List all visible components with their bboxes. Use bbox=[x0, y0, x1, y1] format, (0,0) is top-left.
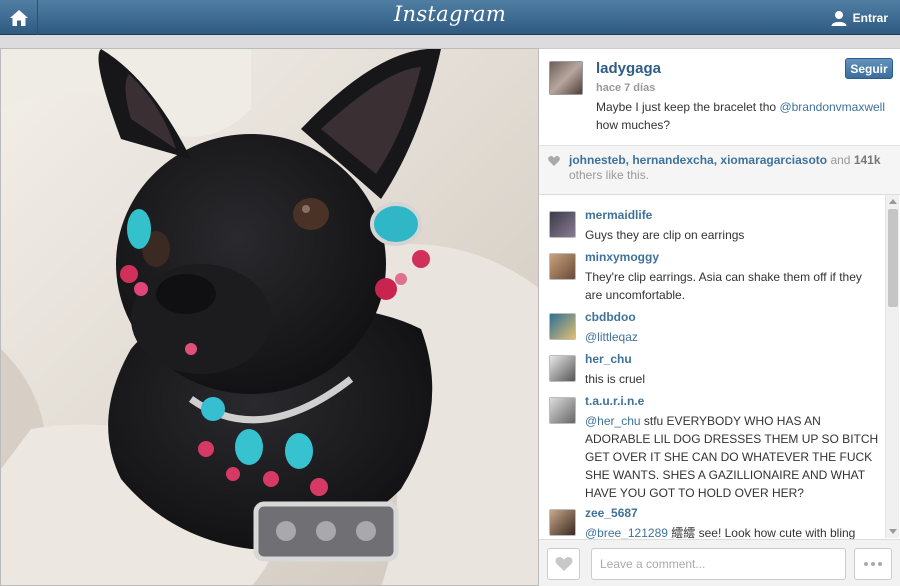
author-username[interactable]: ladygaga bbox=[596, 60, 661, 77]
likes-count: 141k bbox=[853, 153, 881, 167]
scroll-thumb[interactable] bbox=[888, 209, 898, 307]
instagram-logo[interactable]: Instagram bbox=[0, 2, 900, 26]
comment-body: this is cruel bbox=[585, 372, 646, 386]
post-timestamp[interactable]: hace 7 días bbox=[596, 82, 655, 94]
scroll-down-icon[interactable] bbox=[889, 529, 897, 534]
like-user[interactable]: xiomaragarciasoto bbox=[720, 153, 827, 167]
commenter-username[interactable]: zee_5687 bbox=[585, 506, 638, 520]
like-user[interactable]: johnesteb bbox=[569, 153, 626, 167]
commenter-username[interactable]: minxymoggy bbox=[585, 250, 659, 264]
commenter-username[interactable]: t.a.u.r.i.n.e bbox=[585, 394, 644, 408]
heart-icon bbox=[548, 156, 560, 166]
list-item: minxymoggy They're clip earrings. Asia c… bbox=[539, 245, 884, 305]
comment-text: Guys they are clip on earrings bbox=[585, 226, 881, 244]
list-item: t.a.u.r.i.n.e @her_chu stfu EVERYBODY WH… bbox=[539, 389, 884, 501]
list-item: mermaidlife Guys they are clip on earrin… bbox=[539, 203, 884, 245]
comment-text: @littleqaz bbox=[585, 328, 881, 346]
comments-scrollbar[interactable] bbox=[885, 195, 899, 538]
list-item: zee_5687 @bree_121289 繧繧 see! Look how c… bbox=[539, 501, 884, 543]
comment-body: They're clip earrings. Asia can shake th… bbox=[585, 270, 862, 302]
likes-text: johnesteb, hernandexcha, xiomaragarciaso… bbox=[569, 153, 889, 183]
commenter-avatar[interactable] bbox=[549, 211, 576, 238]
like-user[interactable]: hernandexcha bbox=[632, 153, 713, 167]
comments-list: mermaidlife Guys they are clip on earrin… bbox=[539, 195, 900, 543]
commenter-username[interactable]: mermaidlife bbox=[585, 208, 652, 222]
list-item: cbdbdoo @littleqaz bbox=[539, 305, 884, 347]
more-icon bbox=[871, 562, 875, 566]
comment-text: this is cruel bbox=[585, 370, 881, 388]
commenter-username[interactable]: cbdbdoo bbox=[585, 310, 636, 324]
commenter-username[interactable]: her_chu bbox=[585, 352, 632, 366]
comment-mention[interactable]: @her_chu bbox=[585, 414, 641, 428]
post-caption: Maybe I just keep the bracelet tho @bran… bbox=[596, 98, 896, 134]
more-icon bbox=[864, 562, 868, 566]
caption-text: Maybe I just keep the bracelet tho bbox=[596, 100, 777, 114]
comment-mention[interactable]: @bree_121289 bbox=[585, 526, 668, 540]
post-photo[interactable] bbox=[0, 48, 539, 586]
commenter-avatar[interactable] bbox=[549, 253, 576, 280]
commenter-avatar[interactable] bbox=[549, 397, 576, 424]
list-item: her_chu this is cruel bbox=[539, 347, 884, 389]
author-avatar[interactable] bbox=[549, 61, 583, 95]
scroll-up-icon[interactable] bbox=[889, 199, 897, 204]
caption-mention[interactable]: @brandonvmaxwell bbox=[779, 100, 885, 114]
commenter-avatar[interactable] bbox=[549, 509, 576, 536]
follow-button[interactable]: Seguir bbox=[845, 58, 893, 79]
top-nav: Instagram Entrar bbox=[0, 0, 900, 35]
comment-text: They're clip earrings. Asia can shake th… bbox=[585, 268, 881, 304]
commenter-avatar[interactable] bbox=[549, 355, 576, 382]
likes-and: and bbox=[827, 153, 854, 167]
login-button[interactable]: Entrar bbox=[831, 0, 888, 35]
comment-mention[interactable]: @littleqaz bbox=[585, 330, 638, 344]
comment-body: Guys they are clip on earrings bbox=[585, 228, 745, 242]
dog-photo-image bbox=[1, 49, 538, 585]
heart-icon bbox=[554, 556, 573, 571]
comment-bar bbox=[539, 539, 900, 586]
likes-summary: johnesteb, hernandexcha, xiomaragarciaso… bbox=[539, 145, 900, 195]
post-header: ladygaga hace 7 días Maybe I just keep t… bbox=[539, 49, 900, 145]
likes-suffix: others like this. bbox=[569, 168, 650, 182]
like-button[interactable] bbox=[547, 548, 580, 580]
commenter-avatar[interactable] bbox=[549, 313, 576, 340]
caption-line2: how muches? bbox=[596, 118, 671, 132]
more-options-button[interactable] bbox=[854, 548, 892, 580]
comment-text: @her_chu stfu EVERYBODY WHO HAS AN ADORA… bbox=[585, 412, 881, 502]
user-icon bbox=[831, 10, 847, 26]
login-label: Entrar bbox=[852, 10, 888, 25]
post-panel: ladygaga hace 7 días Maybe I just keep t… bbox=[539, 48, 900, 586]
more-icon bbox=[878, 562, 882, 566]
comment-input[interactable] bbox=[591, 548, 846, 580]
